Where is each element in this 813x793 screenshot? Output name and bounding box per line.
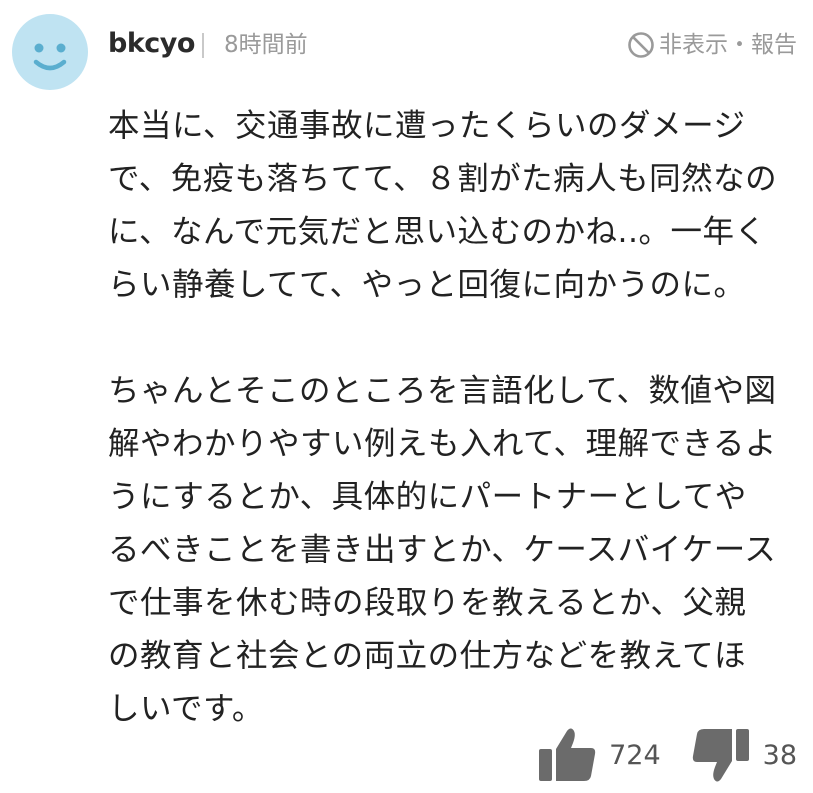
comment-line: で仕事を休む時の段取りを教えるとか、父親 [108, 585, 747, 621]
thumbs-down-icon [692, 729, 749, 782]
comment-body: 本当に、交通事故に遭ったくらいのダメージ で、免疫も落ちてて、８割がた病人も同然… [108, 100, 803, 736]
comment-line: で、免疫も落ちてて、８割がた病人も同然なの [108, 161, 778, 197]
comment-line: らい静養してて、やっと回復に向かうのに。 [108, 267, 746, 303]
avatar[interactable] [12, 14, 88, 90]
hide-report-button[interactable]: 非表示・報告 [627, 26, 797, 64]
timestamp: 8時間前 [224, 32, 308, 58]
smiley-face-icon [33, 43, 67, 71]
like-count: 724 [609, 739, 661, 771]
comment-paragraph: 本当に、交通事故に遭ったくらいのダメージ で、免疫も落ちてて、８割がた病人も同然… [108, 100, 803, 312]
thumbs-up-icon [539, 728, 596, 781]
comment-line: に、なんで元気だと思い込むのかね..。一年く [108, 214, 767, 250]
dislike-button[interactable]: 38 [691, 727, 797, 783]
comment-line: ちゃんとそこのところを言語化して、数値や図 [108, 373, 777, 409]
hide-report-label: 非表示・報告 [659, 32, 797, 58]
comment-line: るべきことを書き出すとか、ケースバイケース [108, 532, 777, 568]
like-button[interactable]: 724 [537, 727, 661, 783]
header-divider [202, 33, 204, 58]
comment-line: 解やわかりやすい例えも入れて、理解できるよ [108, 426, 777, 462]
comment-paragraph: ちゃんとそこのところを言語化して、数値や図 解やわかりやすい例えも入れて、理解で… [108, 365, 803, 736]
comment-line: の教育と社会との両立の仕方などを教えてほ [108, 638, 747, 674]
reaction-bar: 724 38 [537, 727, 797, 783]
dislike-count: 38 [762, 739, 797, 771]
comment-line: 本当に、交通事故に遭ったくらいのダメージ [108, 108, 746, 144]
username[interactable]: bkcyo [108, 24, 195, 64]
prohibited-icon [628, 32, 654, 58]
comment-line: うにするとか、具体的にパートナーとしてや [108, 479, 747, 515]
